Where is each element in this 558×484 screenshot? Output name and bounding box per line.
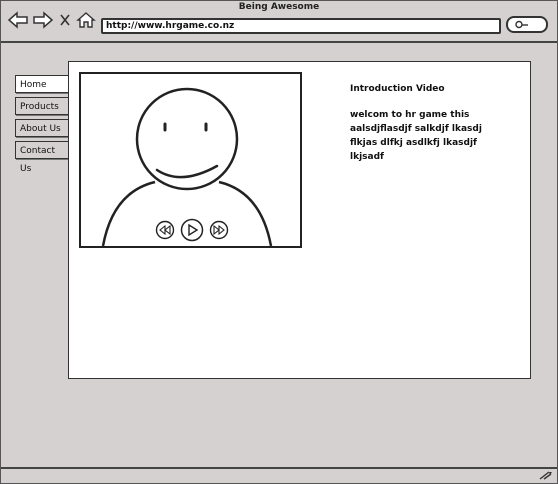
video-player[interactable]: [79, 72, 302, 248]
sidebar-item-label: About Us: [20, 124, 61, 134]
intro-heading: Introduction Video: [350, 84, 445, 94]
back-arrow-icon[interactable]: [7, 11, 29, 29]
sidebar-item-contact-us[interactable]: Contact Us: [15, 141, 70, 174]
forward-arrow-icon[interactable]: [32, 11, 54, 29]
search-icon: [515, 20, 528, 29]
fast-forward-icon[interactable]: [209, 220, 229, 240]
intro-paragraph: welcom to hr game this aalsdjflasdjf sal…: [350, 110, 482, 162]
close-x-icon[interactable]: [59, 13, 71, 27]
sidebar-item-label: Home: [20, 80, 47, 90]
rewind-icon[interactable]: [155, 220, 175, 240]
sidebar-item-about-us[interactable]: About Us: [15, 119, 70, 137]
sidebar-item-label: Products: [20, 102, 59, 112]
address-bar[interactable]: http://www.hrgame.co.nz: [101, 18, 501, 34]
sidebar-item-home[interactable]: Home: [15, 75, 70, 93]
browser-window: Being Awesome http://www.hrgame.co.nz Ho…: [0, 0, 558, 484]
status-bar-divider: [1, 467, 557, 469]
play-icon[interactable]: [180, 218, 204, 242]
search-field[interactable]: [506, 16, 548, 33]
sidebar-item-label: Contact Us: [20, 146, 56, 174]
home-icon[interactable]: [76, 11, 96, 29]
resize-grip-icon[interactable]: [537, 469, 555, 481]
toolbar-divider: [1, 41, 557, 43]
sidebar-item-products[interactable]: Products: [15, 97, 70, 115]
